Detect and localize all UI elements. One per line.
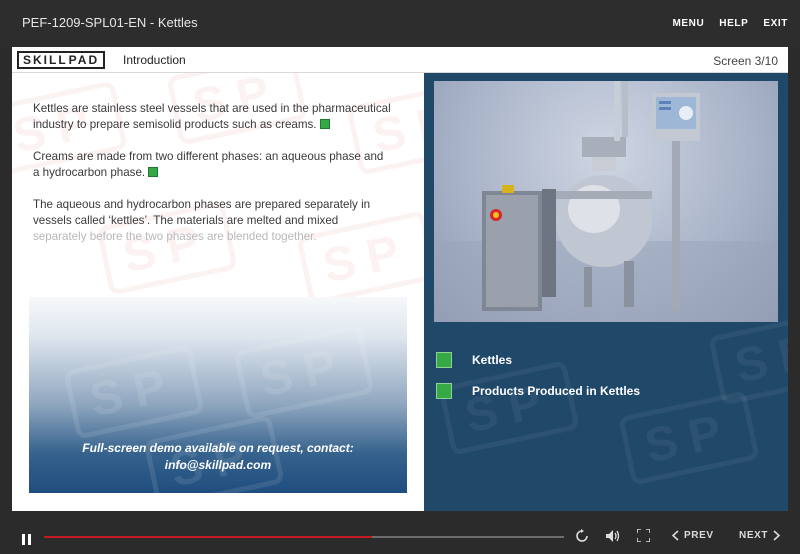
prev-label: PREV xyxy=(684,530,714,541)
logo-text-skill: SKILL xyxy=(23,53,68,67)
checkmark-icon xyxy=(436,352,452,368)
pause-button[interactable] xyxy=(22,532,32,550)
demo-contact-email: info@skillpad.com xyxy=(164,458,272,472)
paragraph-3: The aqueous and hydrocarbon phases are p… xyxy=(33,197,393,245)
progress-fill xyxy=(44,536,372,538)
lesson-stage: SKILL PAD Introduction Screen 3/10 SP SP … xyxy=(12,47,788,511)
topic-label: Kettles xyxy=(472,353,513,367)
next-button[interactable]: NEXT xyxy=(739,530,781,541)
help-button[interactable]: HELP xyxy=(719,18,748,29)
volume-icon xyxy=(606,530,620,542)
topic-label: Products Produced in Kettles xyxy=(472,384,641,398)
checkmark-icon xyxy=(436,383,452,399)
logo-text-pad: PAD xyxy=(68,53,100,67)
demo-notice: Full-screen demo available on request, c… xyxy=(29,440,407,474)
content-pane: SP SP SP SP SP Kettles are stainless ste… xyxy=(12,73,424,511)
paragraph-1: Kettles are stainless steel vessels that… xyxy=(33,101,393,133)
top-bar: PEF-1209-SPL01-EN - Kettles MENU HELP EX… xyxy=(0,0,800,47)
watermark-logo: SP xyxy=(233,324,375,420)
chevron-left-icon xyxy=(672,530,679,541)
paragraph-3-text: The aqueous and hydrocarbon phases are p… xyxy=(33,198,371,227)
replay-button[interactable] xyxy=(575,529,589,548)
checkmark-icon xyxy=(319,119,330,129)
skillpad-logo: SKILL PAD xyxy=(17,51,106,69)
course-title: PEF-1209-SPL01-EN - Kettles xyxy=(22,15,198,30)
top-nav: MENU HELP EXIT xyxy=(672,18,788,29)
watermark-logo: SP xyxy=(438,360,580,456)
exit-button[interactable]: EXIT xyxy=(763,18,788,29)
section-title: Introduction xyxy=(123,53,186,67)
volume-button[interactable] xyxy=(605,529,621,548)
kettle-image xyxy=(434,81,778,322)
paragraph-3-faded-text: separately before the two phases are ble… xyxy=(33,230,317,243)
watermark-logo: SP xyxy=(63,344,205,440)
paragraph-2: Creams are made from two different phase… xyxy=(33,149,393,181)
player-controls: PREV NEXT xyxy=(0,511,800,554)
chevron-right-icon xyxy=(773,530,781,541)
pause-icon xyxy=(22,534,31,545)
next-label: NEXT xyxy=(739,530,769,541)
screen-counter: Screen 3/10 xyxy=(713,54,778,68)
watermark-logo: SP xyxy=(708,310,788,406)
paragraph-2-text: Creams are made from two different phase… xyxy=(33,150,384,179)
body-text: Kettles are stainless steel vessels that… xyxy=(33,101,393,261)
menu-button[interactable]: MENU xyxy=(672,18,704,29)
prev-button[interactable]: PREV xyxy=(672,530,714,541)
kettle-illustration xyxy=(434,81,778,322)
paragraph-1-text: Kettles are stainless steel vessels that… xyxy=(33,102,391,131)
replay-icon xyxy=(576,529,588,542)
topic-link-products-produced[interactable]: Products Produced in Kettles xyxy=(436,381,640,401)
fullscreen-button[interactable] xyxy=(636,528,651,547)
lesson-header: SKILL PAD Introduction Screen 3/10 xyxy=(12,47,788,73)
watermark-logo: SP xyxy=(618,390,760,486)
demo-video-panel[interactable]: SP SP SP Full-screen demo available on r… xyxy=(29,297,407,493)
side-panel: SP SP SP Kettles Products Produced in Ke… xyxy=(424,73,788,511)
demo-notice-line1: Full-screen demo available on request, c… xyxy=(82,441,354,455)
checkmark-icon xyxy=(148,167,159,177)
progress-bar[interactable] xyxy=(44,536,564,538)
fullscreen-icon xyxy=(636,528,651,543)
topic-link-kettles[interactable]: Kettles xyxy=(436,350,512,370)
